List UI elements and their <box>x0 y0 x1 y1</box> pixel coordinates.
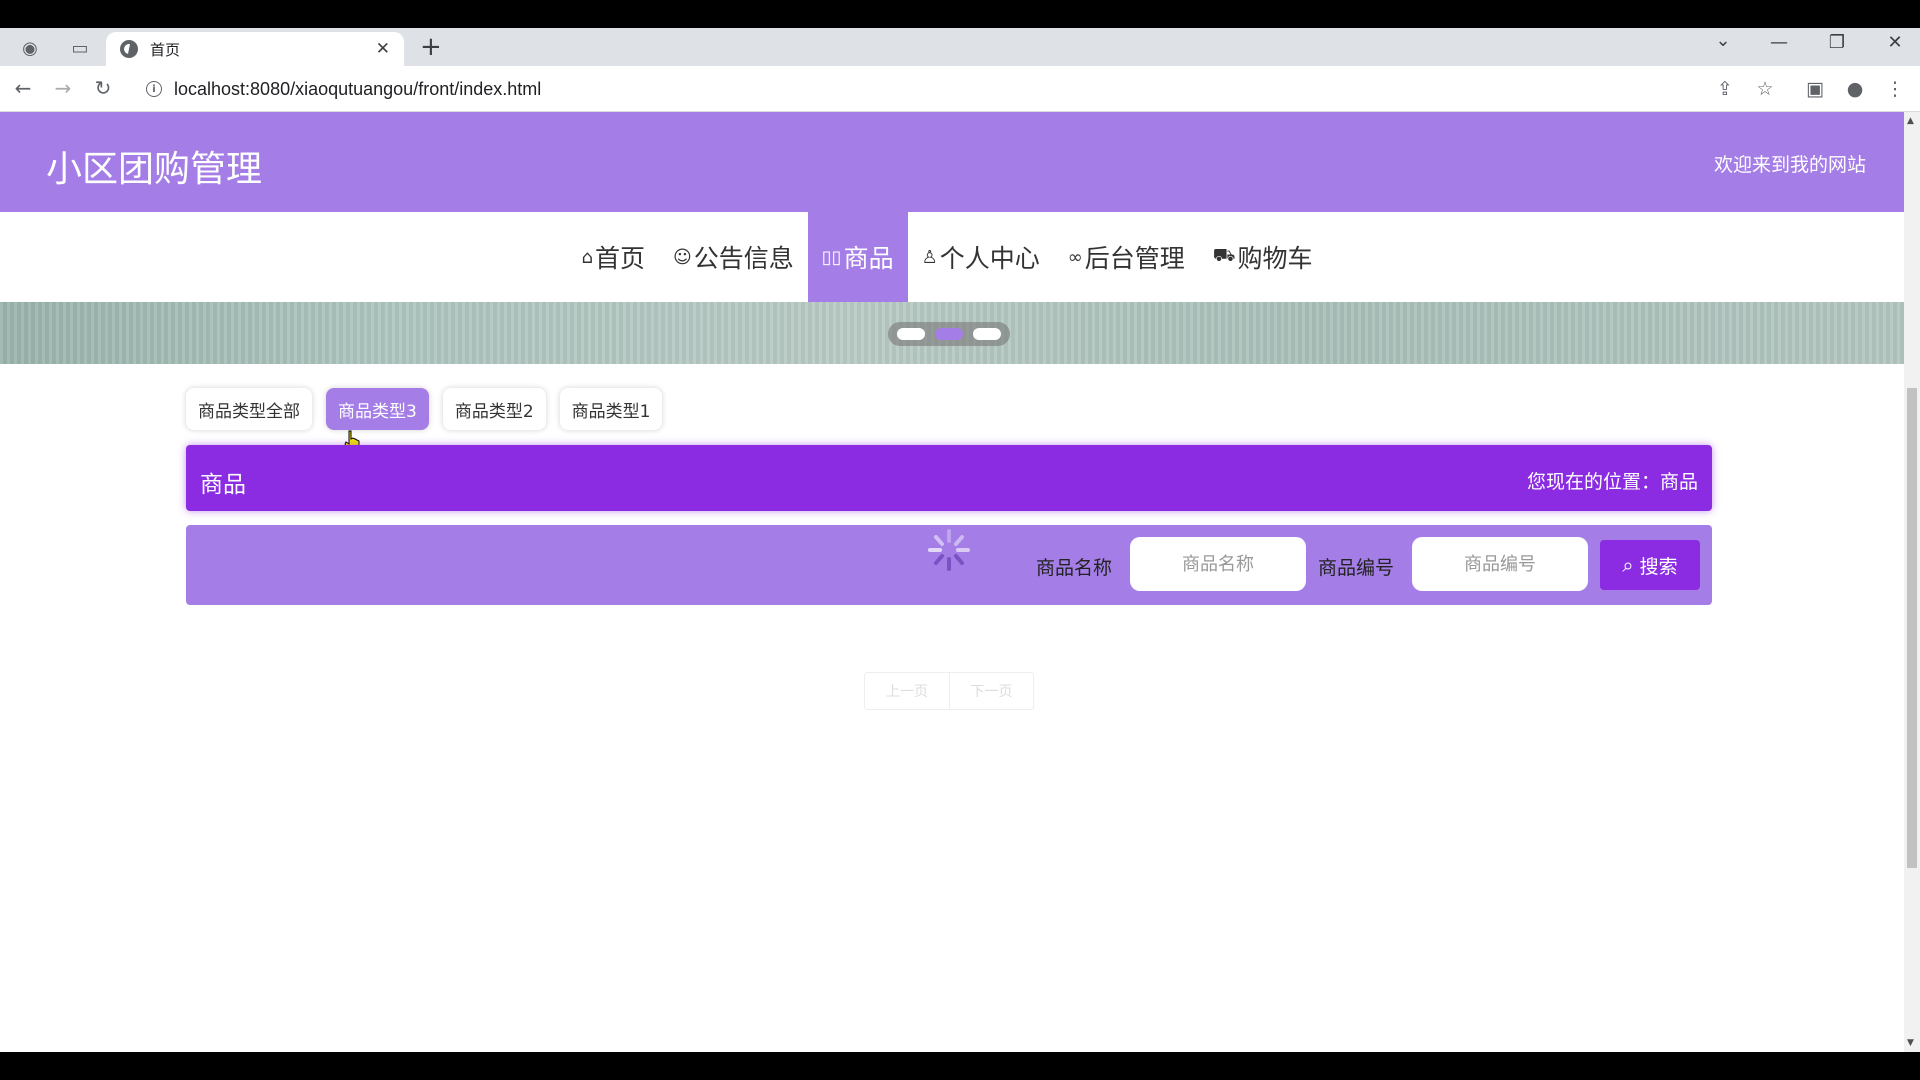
restore-icon[interactable]: ❐ <box>1822 32 1852 53</box>
scrollbar-thumb[interactable] <box>1907 388 1917 868</box>
screen-top-border <box>0 0 1920 28</box>
forward-arrow-icon[interactable]: → <box>50 76 76 100</box>
loading-spinner-icon <box>928 529 970 571</box>
nav-item-cart[interactable]: ⛟ 购物车 <box>1199 212 1327 302</box>
pagination: 上一页 下一页 <box>864 672 1034 710</box>
book-icon: ▯▯ <box>821 246 842 268</box>
nav-item-notice[interactable]: ☺ 公告信息 <box>659 212 808 302</box>
type-tab-2[interactable]: 商品类型2 <box>442 388 546 430</box>
nav-label: 商品 <box>843 244 894 273</box>
side-panel-icon[interactable]: ▣ <box>1802 78 1828 100</box>
url-field[interactable]: i localhost:8080/xiaoqutuangou/front/ind… <box>136 72 1756 106</box>
profile-icon[interactable]: ● <box>1842 78 1868 100</box>
tab-title: 首页 <box>150 40 181 59</box>
nav-label: 首页 <box>594 244 645 273</box>
new-tab-button[interactable]: + <box>420 34 442 60</box>
type-tab-1[interactable]: 商品类型1 <box>559 388 663 430</box>
nav-item-profile[interactable]: ♙ 个人中心 <box>908 212 1054 302</box>
star-icon[interactable]: ☆ <box>1752 78 1778 100</box>
carousel-dot-active[interactable] <box>935 328 963 340</box>
site-info-icon[interactable]: i <box>146 81 162 97</box>
prev-page-button[interactable]: 上一页 <box>865 673 949 709</box>
globe-icon <box>120 40 138 58</box>
next-page-button[interactable]: 下一页 <box>949 673 1033 709</box>
site-header: 小区团购管理 欢迎来到我的网站 <box>0 112 1904 212</box>
nav-item-goods[interactable]: ▯▯ 商品 <box>807 212 908 302</box>
section-title: 商品 <box>200 472 246 498</box>
browser-tab-bar: ◉ ▭ 首页 ✕ + ⌄ — ❐ ✕ <box>0 28 1920 66</box>
minimize-icon[interactable]: — <box>1764 32 1794 53</box>
nav-label: 后台管理 <box>1084 244 1185 273</box>
goods-code-input[interactable] <box>1412 537 1588 591</box>
breadcrumb-location: 您现在的位置：商品 <box>1526 471 1698 493</box>
screen-bottom-border <box>0 1052 1920 1080</box>
user-icon: ♙ <box>921 246 938 268</box>
type-tab-all[interactable]: 商品类型全部 <box>186 388 312 430</box>
page-viewport: 小区团购管理 欢迎来到我的网站 ⌂ 首页 ☺ 公告信息 ▯▯ 商品 ♙ 个人中心 ∞ 后台… <box>0 112 1904 1052</box>
back-arrow-icon[interactable]: ← <box>10 76 36 100</box>
tab-search-icon[interactable]: ◉ <box>18 36 42 60</box>
search-button[interactable]: ⌕ 搜索 <box>1600 540 1700 590</box>
carousel-dot[interactable] <box>973 328 1001 340</box>
scroll-up-icon[interactable]: ▲ <box>1907 116 1914 126</box>
goods-type-tabs: 商品类型全部 商品类型3 商品类型2 商品类型1 <box>186 388 676 430</box>
address-bar-row: ← → ↻ i localhost:8080/xiaoqutuangou/fro… <box>0 66 1920 112</box>
goods-name-input[interactable] <box>1130 537 1306 591</box>
menu-kebab-icon[interactable]: ⋮ <box>1882 78 1908 100</box>
browser-tab-active[interactable]: 首页 ✕ <box>106 32 404 66</box>
goods-code-label: 商品编号 <box>1318 557 1395 579</box>
nav-label: 个人中心 <box>939 244 1040 273</box>
link-icon: ∞ <box>1067 246 1083 268</box>
type-tab-3[interactable]: 商品类型3 <box>326 388 429 430</box>
search-icon: ⌕ <box>1622 553 1634 577</box>
tab-list-chevron-icon[interactable]: ⌄ <box>1708 30 1738 51</box>
reload-icon[interactable]: ↻ <box>90 76 116 100</box>
url-text: localhost:8080/xiaoqutuangou/front/index… <box>174 78 542 99</box>
nav-label: 公告信息 <box>693 244 794 273</box>
welcome-text: 欢迎来到我的网站 <box>1713 154 1866 176</box>
site-title: 小区团购管理 <box>46 149 263 190</box>
window-close-icon[interactable]: ✕ <box>1880 32 1910 53</box>
carousel-dot[interactable] <box>897 328 925 340</box>
home-icon: ⌂ <box>581 246 593 268</box>
carousel-banner <box>0 302 1904 364</box>
palette-icon: ☺ <box>673 246 692 268</box>
scroll-down-icon[interactable]: ▼ <box>1907 1038 1914 1048</box>
close-icon[interactable]: ✕ <box>376 39 390 59</box>
nav-item-home[interactable]: ⌂ 首页 <box>568 212 659 302</box>
carousel-indicators <box>888 322 1010 346</box>
goods-name-label: 商品名称 <box>1036 557 1113 579</box>
cart-icon: ⛟ <box>1212 245 1236 266</box>
page-scrollbar[interactable]: ▲ ▼ <box>1904 112 1920 1052</box>
nav-item-admin[interactable]: ∞ 后台管理 <box>1054 212 1199 302</box>
tab-group-icon[interactable]: ▭ <box>68 36 92 60</box>
nav-label: 购物车 <box>1237 244 1313 273</box>
section-title-bar: 商品 您现在的位置：商品 <box>186 445 1712 511</box>
search-button-label: 搜索 <box>1639 555 1678 578</box>
search-panel: 商品名称 商品编号 ⌕ 搜索 <box>186 525 1712 605</box>
share-icon[interactable]: ⇪ <box>1712 78 1738 100</box>
main-nav: ⌂ 首页 ☺ 公告信息 ▯▯ 商品 ♙ 个人中心 ∞ 后台管理 ⛟ 购物车 <box>0 212 1904 302</box>
